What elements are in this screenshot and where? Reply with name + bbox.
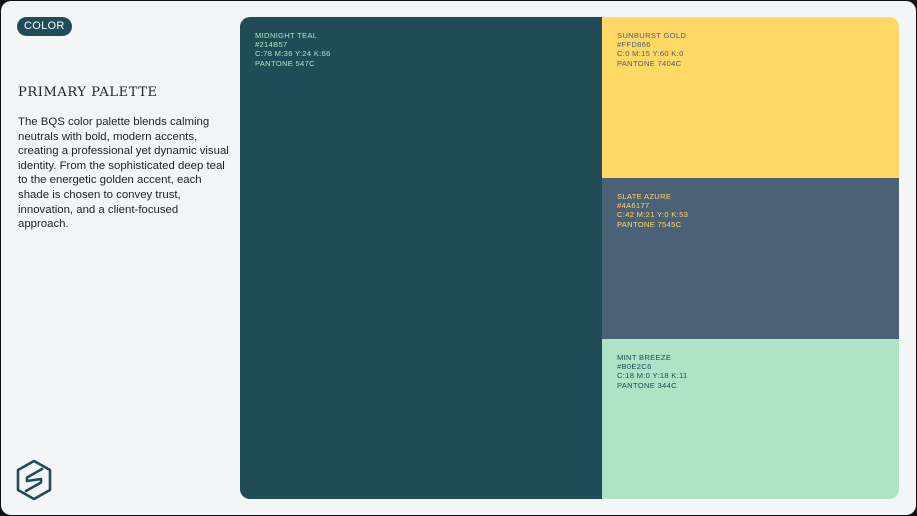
swatch-hex: #214B57 [255,40,288,50]
swatch-name: MINT BREEZE [617,353,672,362]
swatch-cmyk: C:18 M:0 Y:18 K:11 [617,371,688,381]
swatch-name: MIDNIGHT TEAL [255,31,318,40]
color-palette: MIDNIGHT TEAL #214B57 C:78 M:36 Y:24 K:6… [240,17,899,499]
swatch-cmyk: C:42 M:21 Y:0 K:53 [617,210,689,220]
swatch-sunburst-gold: SUNBURST GOLD #FFD866 C:0 M:15 Y:60 K:0 … [602,17,899,178]
swatch-name: SUNBURST GOLD [617,31,687,40]
swatch-hex: #B0E2C6 [617,362,652,372]
swatch-pantone: PANTONE 7404C [617,58,682,68]
swatch-cmyk: C:0 M:15 Y:60 K:0 [617,49,684,59]
bqs-s-logo-icon [16,459,52,501]
swatch-name: SLATE AZURE [617,192,672,201]
section-tag: COLOR [17,17,72,36]
swatch-slate-azure: SLATE AZURE #4A6177 C:42 M:21 Y:0 K:53 P… [602,178,899,339]
section-title: PRIMARY PALETTE [18,85,158,100]
swatch-pantone: PANTONE 547C [255,58,315,68]
swatch-hex: #FFD866 [617,40,651,50]
palette-slide: COLOR PRIMARY PALETTE The BQS color pale… [1,1,916,515]
swatch-pantone: PANTONE 7545C [617,219,682,229]
swatch-midnight-teal: MIDNIGHT TEAL #214B57 C:78 M:36 Y:24 K:6… [240,17,602,499]
swatch-cmyk: C:78 M:36 Y:24 K:66 [255,49,331,59]
section-description: The BQS color palette blends calming neu… [18,116,229,231]
swatch-hex: #4A6177 [617,201,650,211]
swatch-pantone: PANTONE 344C [617,380,677,390]
swatch-mint-breeze: MINT BREEZE #B0E2C6 C:18 M:0 Y:18 K:11 P… [602,339,899,499]
